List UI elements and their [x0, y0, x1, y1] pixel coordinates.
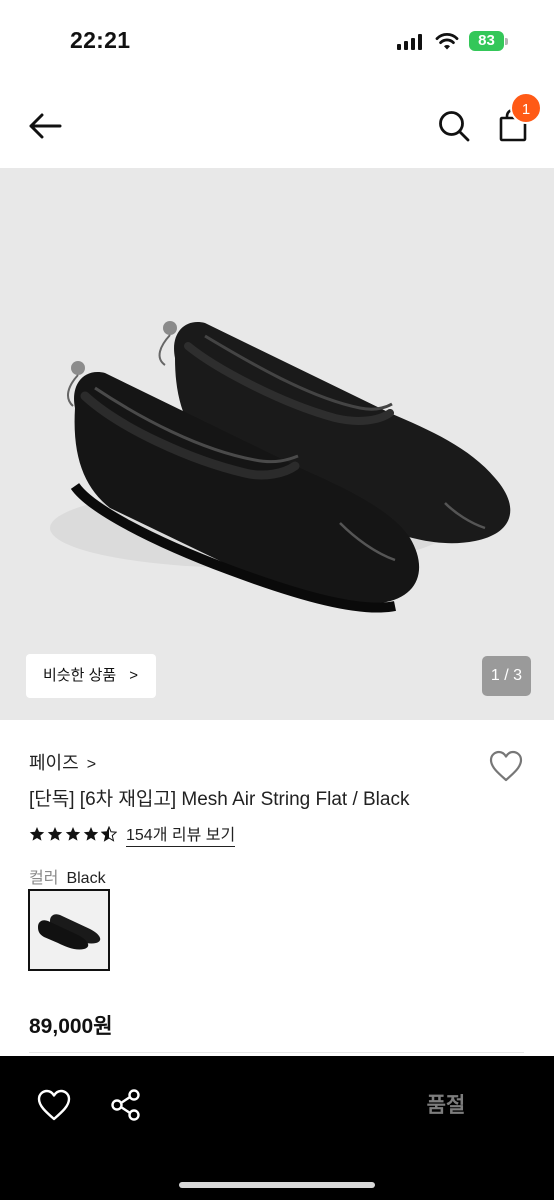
similar-products-button[interactable]: 비슷한 상품 > — [26, 654, 156, 698]
product-photo — [0, 168, 554, 720]
battery-icon: 83 — [469, 31, 509, 51]
star-icon — [47, 827, 63, 841]
image-page-indicator: 1 / 3 — [482, 656, 531, 696]
swatch-thumbnail — [30, 891, 108, 969]
product-image-gallery[interactable]: 비슷한 상품 > 1 / 3 — [0, 168, 554, 720]
divider — [29, 1052, 524, 1053]
star-rating — [29, 826, 117, 842]
cart-count-badge: 1 — [510, 92, 542, 124]
sold-out-button[interactable]: 품절 — [388, 1086, 504, 1126]
star-icon — [65, 827, 81, 841]
status-bar: 22:21 83 — [0, 0, 554, 84]
heart-icon[interactable] — [36, 1088, 72, 1122]
home-indicator[interactable] — [179, 1182, 375, 1188]
reviews-link[interactable]: 154개 리뷰 보기 — [126, 821, 236, 847]
color-value: Black — [66, 870, 106, 887]
product-price: 89,000원 — [29, 1015, 113, 1038]
battery-level: 83 — [478, 32, 495, 49]
product-title: [단독] [6차 재입고] Mesh Air String Flat / Bla… — [29, 789, 410, 810]
chevron-right-icon: > — [129, 667, 138, 684]
cellular-signal-icon — [397, 34, 422, 50]
star-icon — [29, 827, 45, 841]
wishlist-button[interactable] — [488, 749, 524, 783]
back-button[interactable] — [26, 108, 66, 144]
star-icon — [83, 827, 99, 841]
brand-link[interactable]: 페이즈 > — [29, 749, 96, 775]
color-swatch-black[interactable] — [28, 889, 110, 971]
similar-products-label: 비슷한 상품 — [43, 667, 117, 684]
color-label: 컬러 — [29, 870, 59, 887]
bottom-action-bar: 품절 — [0, 1056, 554, 1200]
wifi-icon — [435, 33, 459, 50]
status-time: 22:21 — [70, 27, 131, 53]
chevron-right-icon: > — [86, 756, 97, 773]
rating-row: 154개 리뷰 보기 — [29, 821, 236, 847]
share-icon[interactable] — [110, 1088, 142, 1122]
color-option-row: 컬러 Black — [29, 864, 106, 888]
top-nav-bar — [0, 84, 554, 168]
brand-name: 페이즈 — [29, 753, 79, 773]
half-star-icon — [101, 826, 117, 842]
search-button[interactable] — [436, 108, 472, 144]
